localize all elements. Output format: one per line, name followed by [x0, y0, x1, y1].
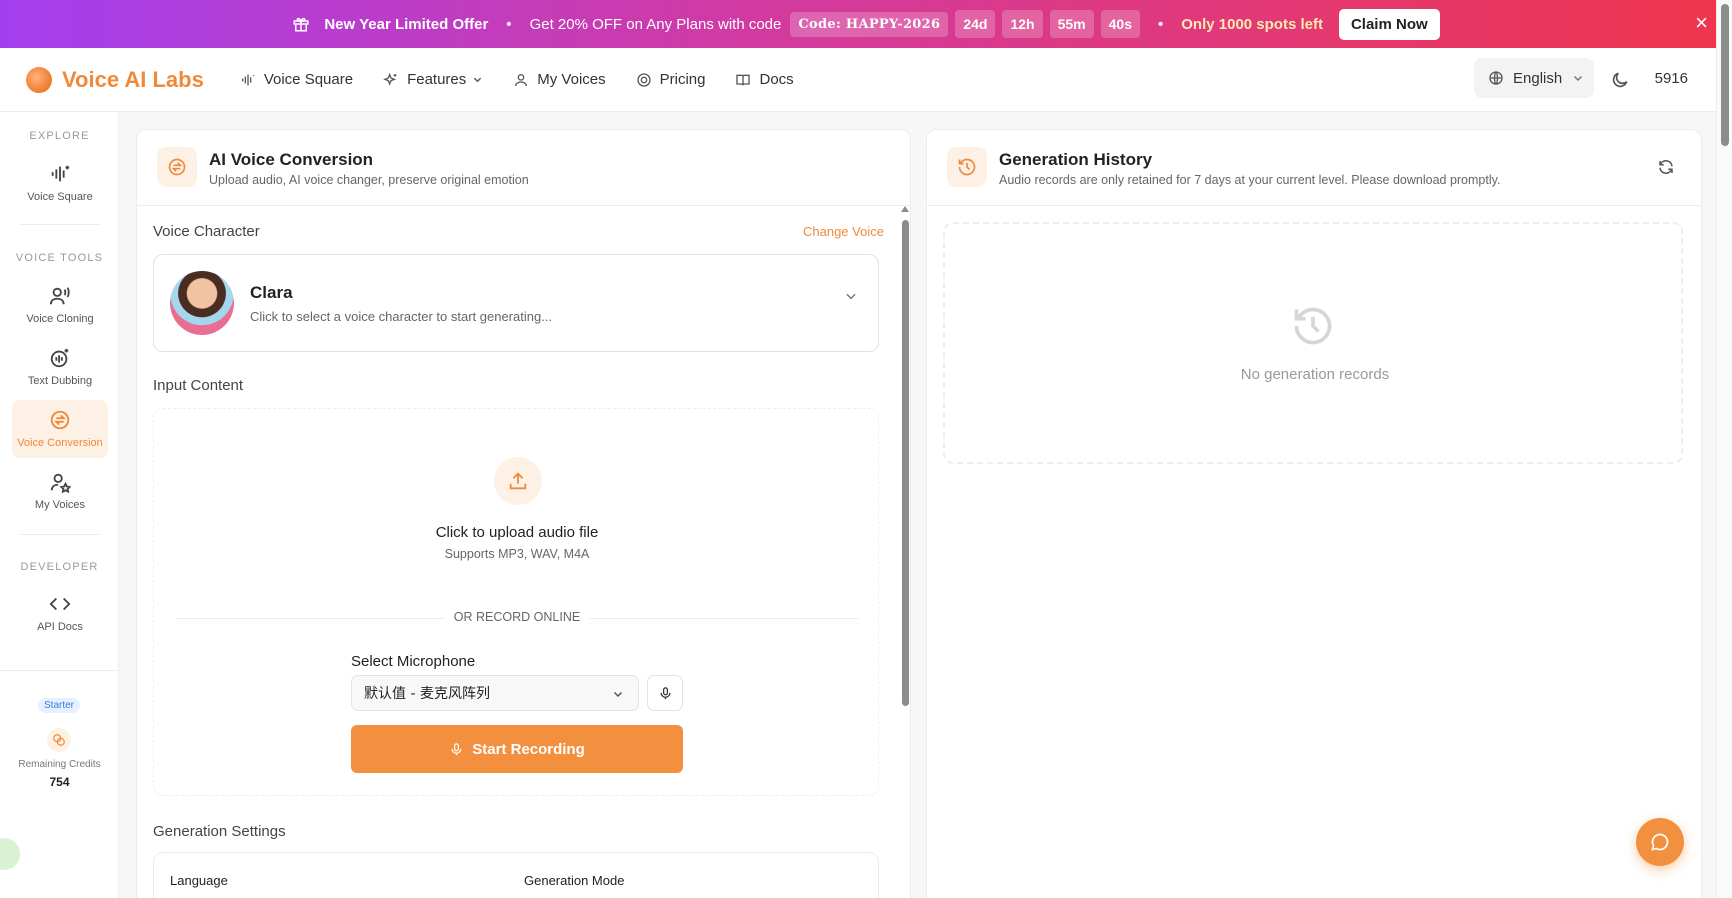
section-explore: EXPLORE: [29, 130, 90, 142]
chevron-down-icon: [613, 691, 623, 698]
brand[interactable]: Voice AI Labs: [26, 66, 204, 93]
upload-formats: Supports MP3, WAV, M4A: [444, 547, 590, 561]
chevron-down-icon: [474, 77, 482, 83]
chevron-down-icon: [846, 293, 856, 300]
voice-selector[interactable]: Clara Click to select a voice character …: [153, 254, 879, 352]
history-panel: Generation History Audio records are onl…: [926, 129, 1702, 898]
countdown-days: 24d: [955, 10, 996, 38]
countdown-seconds: 40s: [1100, 10, 1140, 38]
countdown-hours: 12h: [1002, 10, 1043, 38]
section-voice-tools: VOICE TOOLS: [15, 252, 104, 264]
brand-name: Voice AI Labs: [62, 66, 204, 92]
empty-message: No generation records: [1240, 366, 1390, 383]
coin-icon: [636, 72, 651, 87]
page-title: AI Voice Conversion: [209, 150, 374, 169]
voice-conversion-icon: [157, 147, 197, 187]
credits-label: Remaining Credits: [18, 759, 101, 770]
language-select[interactable]: English: [1474, 58, 1594, 98]
page-scrollbar[interactable]: [1716, 0, 1732, 898]
countdown-minutes: 55m: [1049, 10, 1094, 38]
history-title: Generation History: [999, 150, 1153, 169]
voice-character-label: Voice Character: [153, 223, 260, 240]
sparkles-icon: [383, 72, 397, 86]
promo-code: Code: HAPPY-2026: [790, 11, 949, 37]
history-subtitle: Audio records are only retained for 7 da…: [999, 173, 1501, 187]
waveform-icon: [241, 74, 255, 85]
history-empty-state: No generation records: [943, 222, 1683, 464]
microphone-select[interactable]: 默认值 - 麦克风阵列: [351, 675, 639, 711]
sidebar: EXPLORE Voice Square VOICE TOOLS Voice C…: [0, 112, 119, 898]
sidebar-item-voice-square[interactable]: Voice Square: [12, 154, 108, 212]
conversion-panel: AI Voice Conversion Upload audio, AI voi…: [136, 129, 911, 898]
voice-name: Clara: [250, 283, 293, 302]
section-developer: DEVELOPER: [20, 561, 99, 573]
panel-scrollbar[interactable]: [899, 206, 910, 898]
user-id[interactable]: 5916: [1652, 70, 1688, 87]
globe-icon: [1489, 71, 1503, 85]
nav-features[interactable]: Features: [383, 71, 483, 88]
history-icon: [1294, 307, 1332, 345]
change-voice-link[interactable]: Change Voice: [803, 224, 884, 239]
sidebar-item-voice-cloning[interactable]: Voice Cloning: [12, 276, 108, 334]
promo-title: New Year Limited Offer: [324, 15, 489, 33]
upload-icon: [494, 457, 542, 505]
credits-value: 754: [49, 775, 70, 789]
history-icon: [947, 147, 987, 187]
promo-spots: Only 1000 spots left: [1181, 15, 1323, 33]
language-label: Language: [170, 873, 228, 888]
book-icon: [736, 74, 751, 85]
user-icon: [515, 73, 528, 86]
waveform-icon: [51, 165, 70, 182]
microphone-icon: [660, 686, 670, 699]
upload-title: Click to upload audio file: [435, 524, 599, 541]
voice-clone-icon: [49, 287, 70, 305]
generation-mode-label: Generation Mode: [524, 873, 625, 888]
avatar: [170, 271, 234, 335]
microphone-test-button[interactable]: [647, 675, 683, 711]
credits-icon: [47, 728, 71, 752]
nav-my-voices[interactable]: My Voices: [513, 71, 606, 88]
microphone-icon: [451, 742, 462, 755]
nav-voice-square[interactable]: Voice Square: [240, 71, 353, 88]
generation-settings-label: Generation Settings: [153, 823, 286, 840]
gift-icon: [293, 17, 309, 32]
voice-conversion-icon: [50, 410, 70, 430]
logo-icon: [26, 66, 52, 93]
code-icon: [49, 597, 71, 611]
top-nav: Voice AI Labs Voice Square Features My V…: [0, 48, 1716, 112]
chevron-down-icon: [1574, 75, 1583, 82]
claim-now-button[interactable]: Claim Now: [1338, 8, 1440, 40]
chat-icon: [1651, 833, 1669, 851]
generation-settings: Language Generation Mode: [153, 852, 879, 898]
or-record-divider: OR RECORD ONLINE: [443, 610, 591, 624]
sidebar-item-my-voices[interactable]: My Voices: [12, 462, 108, 520]
plan-badge: Starter: [38, 698, 81, 713]
text-dubbing-icon: [50, 348, 69, 368]
moon-icon[interactable]: [1610, 70, 1630, 90]
promo-banner: New Year Limited Offer • Get 20% OFF on …: [0, 0, 1732, 48]
upload-dropzone[interactable]: Click to upload audio file Supports MP3,…: [153, 408, 879, 796]
refresh-icon[interactable]: [1657, 158, 1675, 176]
nav-docs[interactable]: Docs: [735, 71, 794, 88]
start-recording-button[interactable]: Start Recording: [351, 725, 683, 773]
promo-subtitle: Get 20% OFF on Any Plans with code: [529, 15, 782, 33]
nav-pricing[interactable]: Pricing: [636, 71, 705, 88]
sidebar-item-text-dubbing[interactable]: Text Dubbing: [12, 338, 108, 396]
user-star-icon: [50, 473, 71, 493]
microphone-label: Select Microphone: [351, 653, 476, 670]
input-content-label: Input Content: [153, 377, 244, 394]
page-subtitle: Upload audio, AI voice changer, preserve…: [209, 173, 529, 187]
sidebar-item-api-docs[interactable]: API Docs: [12, 584, 108, 642]
chat-button[interactable]: [1636, 818, 1684, 866]
voice-hint: Click to select a voice character to sta…: [250, 309, 553, 324]
close-icon[interactable]: ×: [1695, 12, 1708, 34]
sidebar-item-voice-conversion[interactable]: Voice Conversion: [12, 400, 108, 458]
